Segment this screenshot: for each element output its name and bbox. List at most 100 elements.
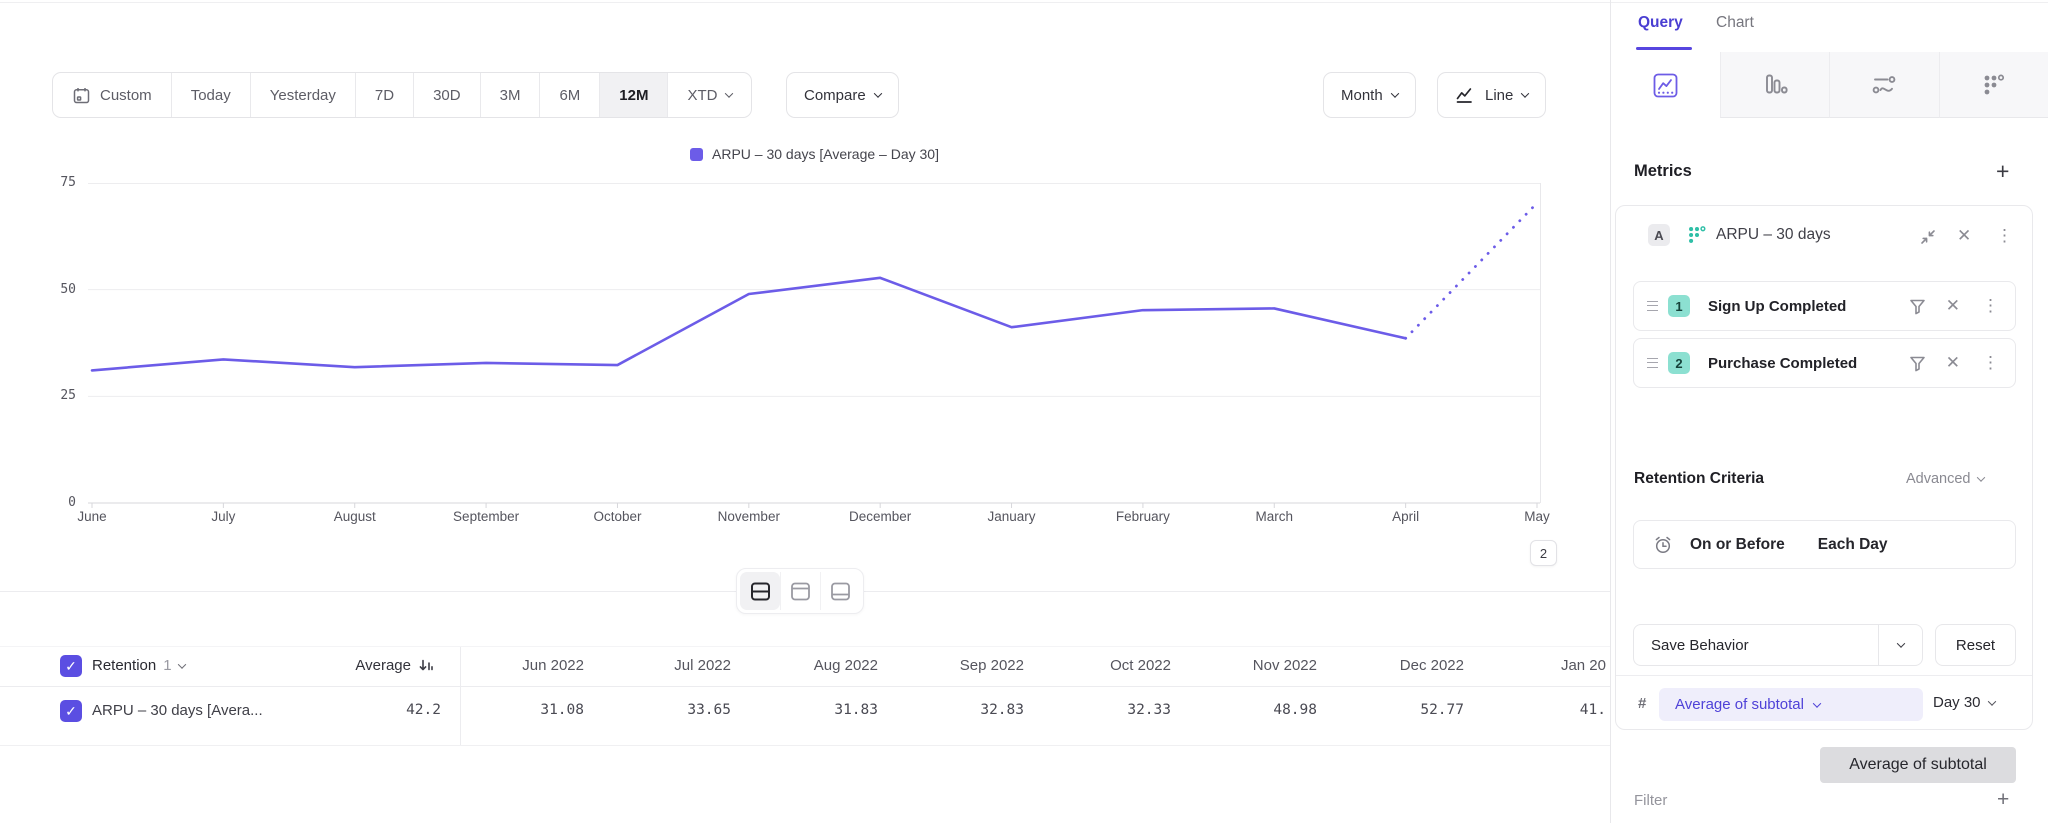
layout-split-view-button[interactable] — [740, 572, 780, 610]
chart-type-line-tab[interactable] — [1611, 52, 1720, 118]
month-column-header[interactable]: Sep 2022 — [894, 657, 1024, 674]
criteria-interval[interactable]: Each Day — [1818, 536, 1888, 554]
measure-selector-pill[interactable]: Average of subtotal — [1659, 688, 1923, 721]
average-value: 42.2 — [311, 702, 441, 718]
table-group-header[interactable]: Retention 1 — [92, 657, 185, 674]
advanced-dropdown[interactable]: Advanced — [1906, 471, 1984, 487]
month-column-header[interactable]: Aug 2022 — [748, 657, 878, 674]
date-range-7d[interactable]: 7D — [355, 73, 413, 117]
x-tick-label: October — [593, 509, 641, 524]
chart-type-retention-tab[interactable] — [1939, 52, 2048, 118]
line-chart-plot[interactable] — [88, 183, 1541, 510]
line-chart-icon — [1455, 85, 1476, 105]
criteria-condition[interactable]: On or Before — [1690, 536, 1785, 554]
date-range-yesterday[interactable]: Yesterday — [250, 73, 355, 117]
chevron-down-icon — [725, 89, 733, 97]
legend-swatch — [690, 148, 703, 161]
month-column-header[interactable]: Jun 2022 — [454, 657, 584, 674]
compare-button[interactable]: Compare — [786, 72, 899, 118]
sort-icon[interactable] — [418, 657, 435, 674]
event-number-badge: 1 — [1668, 295, 1690, 317]
x-tick-label: July — [211, 509, 235, 524]
save-behavior-button[interactable]: Save Behavior — [1633, 624, 1923, 666]
metric-name[interactable]: ARPU – 30 days — [1716, 226, 1831, 244]
y-tick-label: 50 — [40, 282, 76, 297]
date-range-custom[interactable]: Custom — [53, 73, 171, 117]
granularity-button[interactable]: Month — [1323, 72, 1416, 118]
chevron-down-icon — [1976, 473, 1984, 481]
date-range-today[interactable]: Today — [171, 73, 250, 117]
tooltip: Average of subtotal — [1820, 747, 2016, 783]
metric-row-checkbox[interactable]: ✓ — [60, 700, 82, 722]
event-number-badge: 2 — [1668, 352, 1690, 374]
event-row-purchase[interactable]: 2 Purchase Completed ✕ ⋮ — [1633, 338, 2016, 388]
kebab-menu-icon[interactable]: ⋮ — [1982, 296, 1999, 316]
collapse-icon[interactable] — [1919, 228, 1937, 246]
month-cell-value: 41. — [1476, 702, 1606, 718]
chevron-down-icon — [873, 89, 881, 97]
average-column-header[interactable]: Average — [311, 657, 411, 674]
month-column-header[interactable]: Jan 20 — [1476, 657, 1606, 674]
retention-analysis-page: Custom Today Yesterday 7D 30D 3M 6M 12M … — [0, 0, 2048, 823]
month-column-header[interactable]: Dec 2022 — [1334, 657, 1464, 674]
layout-table-view-button[interactable] — [820, 572, 860, 610]
month-column-header[interactable]: Jul 2022 — [601, 657, 731, 674]
chevron-down-icon — [1896, 639, 1904, 647]
chevron-down-icon — [1390, 89, 1398, 97]
drag-handle-icon[interactable] — [1647, 301, 1658, 311]
month-cell-value: 31.83 — [748, 702, 878, 718]
reset-button[interactable]: Reset — [1935, 624, 2016, 666]
table-header-border — [0, 686, 1610, 687]
month-cell-value: 32.33 — [1041, 702, 1171, 718]
day-selector[interactable]: Day 30 — [1933, 694, 1995, 711]
month-cell-value: 32.83 — [894, 702, 1024, 718]
event-row-signup[interactable]: 1 Sign Up Completed ✕ ⋮ — [1633, 281, 2016, 331]
tab-chart[interactable]: Chart — [1716, 14, 1754, 32]
chevron-down-icon — [1521, 89, 1529, 97]
month-cell-value: 52.77 — [1334, 702, 1464, 718]
add-metric-button[interactable]: + — [1996, 160, 2009, 183]
date-range-30d[interactable]: 30D — [413, 73, 480, 117]
check-icon: ✓ — [65, 703, 77, 720]
chart-type-flow-tab[interactable] — [1829, 52, 1939, 118]
date-range-xtd[interactable]: XTD — [667, 73, 751, 117]
close-icon[interactable]: ✕ — [1957, 226, 1971, 246]
check-icon: ✓ — [65, 658, 77, 675]
annotation-badge[interactable]: 2 — [1530, 540, 1557, 566]
save-dropdown-toggle[interactable] — [1878, 625, 1922, 665]
close-icon[interactable]: ✕ — [1946, 353, 1960, 373]
date-range-12m-selected[interactable]: 12M — [599, 73, 667, 117]
drag-handle-icon[interactable] — [1647, 358, 1658, 368]
x-tick-label: May — [1524, 509, 1550, 524]
layout-toggle-group — [736, 568, 864, 614]
metric-letter-badge: A — [1648, 224, 1670, 246]
close-icon[interactable]: ✕ — [1946, 296, 1960, 316]
retention-group-checkbox[interactable]: ✓ — [60, 655, 82, 677]
flow-icon — [1870, 71, 1898, 99]
top-hairline — [0, 2, 2048, 3]
kebab-menu-icon[interactable]: ⋮ — [1982, 353, 1999, 373]
x-tick-label: January — [988, 509, 1036, 524]
filter-funnel-icon[interactable] — [1909, 355, 1926, 372]
retention-dots-icon — [1981, 72, 2007, 98]
metric-row-name[interactable]: ARPU – 30 days [Avera... — [92, 702, 263, 719]
chart-type-bar-tab[interactable] — [1720, 52, 1830, 118]
add-filter-button[interactable]: + — [1997, 789, 2009, 810]
date-range-3m[interactable]: 3M — [480, 73, 540, 117]
chart-legend[interactable]: ARPU – 30 days [Average – Day 30] — [88, 146, 1541, 162]
filter-funnel-icon[interactable] — [1909, 298, 1926, 315]
date-range-6m[interactable]: 6M — [539, 73, 599, 117]
x-tick-label: September — [453, 509, 519, 524]
month-column-header[interactable]: Oct 2022 — [1041, 657, 1171, 674]
x-tick-label: March — [1256, 509, 1294, 524]
retention-criteria-row[interactable]: On or Before Each Day — [1633, 520, 2016, 569]
retention-dots-icon — [1686, 224, 1708, 246]
layout-chart-view-button[interactable] — [780, 572, 820, 610]
tab-query[interactable]: Query — [1638, 14, 1683, 32]
x-tick-label: December — [849, 509, 911, 524]
x-tick-label: November — [718, 509, 780, 524]
month-cell-value: 31.08 — [454, 702, 584, 718]
kebab-menu-icon[interactable]: ⋮ — [1996, 226, 2013, 246]
month-column-header[interactable]: Nov 2022 — [1187, 657, 1317, 674]
chart-type-button[interactable]: Line — [1437, 72, 1546, 118]
